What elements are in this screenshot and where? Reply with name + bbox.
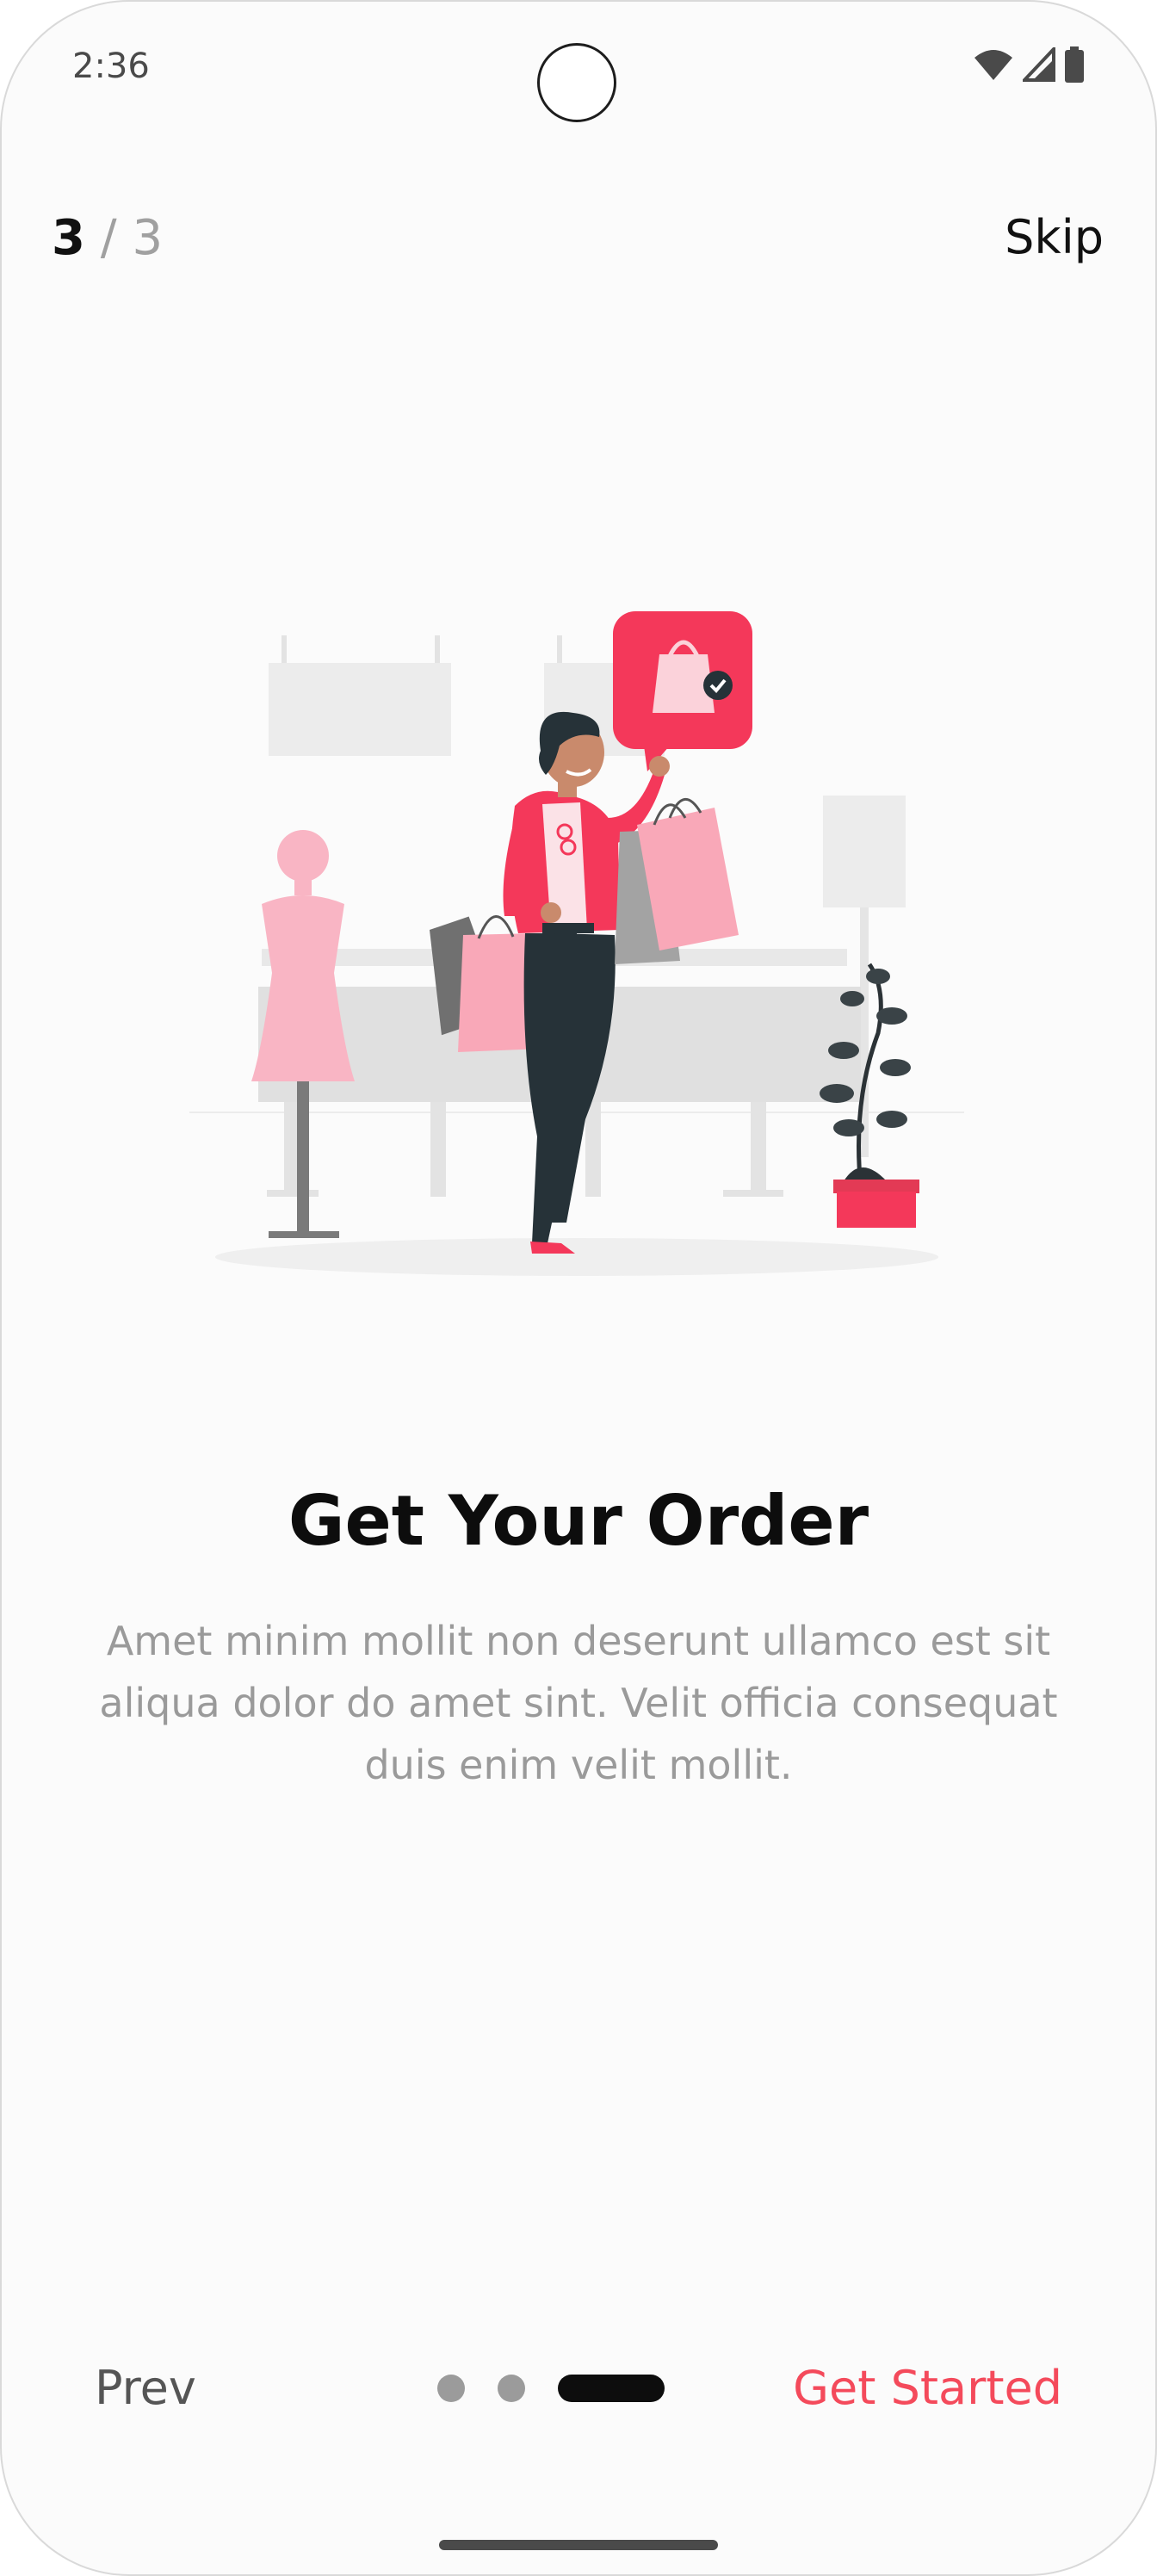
- get-started-button[interactable]: Get Started: [793, 2361, 1062, 2415]
- page-counter-separator: /: [100, 210, 117, 266]
- woman-shopping-illustration: [189, 611, 964, 1276]
- onboarding-description: Amet minim mollit non deserunt ullamco e…: [99, 1618, 1058, 1788]
- page-dot-2[interactable]: [498, 2375, 525, 2402]
- page-indicator: [437, 2375, 665, 2402]
- page-counter-total: 3: [132, 210, 164, 266]
- wifi-icon: [973, 47, 1014, 82]
- page-counter-current: 3: [52, 210, 85, 266]
- page-dot-1[interactable]: [437, 2375, 465, 2402]
- status-time: 2:36: [72, 46, 150, 86]
- battery-icon: [1064, 46, 1085, 83]
- page-dot-3-active[interactable]: [558, 2375, 665, 2402]
- status-icons: [973, 46, 1085, 83]
- phone-screen: 2:36 3 / 3 Skip Get Your Order Amet mini…: [0, 0, 1157, 2576]
- skip-button[interactable]: Skip: [1005, 210, 1104, 264]
- front-camera: [537, 43, 616, 122]
- prev-button[interactable]: Prev: [95, 2361, 196, 2415]
- home-indicator[interactable]: [439, 2540, 718, 2550]
- page-counter: 3 / 3: [52, 210, 163, 266]
- signal-icon: [1023, 47, 1055, 82]
- onboarding-title: Get Your Order: [288, 1481, 869, 1561]
